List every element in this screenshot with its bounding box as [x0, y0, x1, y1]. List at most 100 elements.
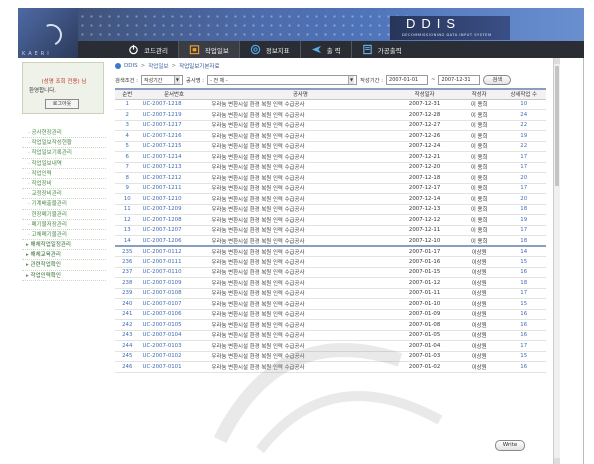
- breadcrumb-item[interactable]: 작업일보: [148, 62, 168, 70]
- sidebar-menu-item[interactable]: 해체작업일정관리: [22, 240, 106, 251]
- doc-number-link[interactable]: UC-2007-1210: [139, 193, 209, 205]
- table-row[interactable]: 246 UC-2007-0101 우라늄 변환시설 환경 복원 인력 수급공사 200…: [115, 361, 546, 373]
- doc-number-link[interactable]: UC-2007-1219: [139, 109, 209, 121]
- doc-number-link[interactable]: UC-2007-0103: [139, 340, 209, 352]
- doc-number-link[interactable]: UC-2007-0108: [139, 288, 209, 299]
- sidebar-menu-item[interactable]: 폐기물저장관리: [22, 220, 106, 230]
- row-number: 240: [115, 298, 140, 310]
- table-row[interactable]: 11 UC-2007-1209 우라늄 변환시설 환경 복원 인력 수급공사 2007…: [115, 204, 546, 215]
- doc-number-link[interactable]: UC-2007-0110: [139, 267, 209, 278]
- doc-number-link[interactable]: UC-2007-1206: [139, 235, 209, 247]
- table-row[interactable]: 236 UC-2007-0111 우라늄 변환시설 환경 복원 인력 수급공사 200…: [115, 256, 546, 268]
- doc-number-link[interactable]: UC-2007-1208: [139, 214, 209, 226]
- col-header[interactable]: 작성일자: [392, 88, 457, 100]
- doc-number-link[interactable]: UC-2007-1212: [139, 172, 209, 184]
- table-row[interactable]: 6 UC-2007-1214 우라늄 변환시설 환경 복원 인력 수급공사 2007-…: [115, 151, 546, 163]
- doc-number-link[interactable]: UC-2007-1217: [139, 120, 209, 131]
- row-number: 236: [115, 256, 140, 268]
- table-row[interactable]: 244 UC-2007-0103 우라늄 변환시설 환경 복원 인력 수급공사 200…: [115, 340, 546, 352]
- logout-button[interactable]: 로그아웃: [45, 99, 79, 109]
- scroll-down-arrow[interactable]: [554, 458, 560, 464]
- sidebar-menu-item[interactable]: 현장폐기물관리: [22, 210, 106, 220]
- table-row[interactable]: 238 UC-2007-0109 우라늄 변환시설 환경 복원 인력 수급공사 200…: [115, 277, 546, 289]
- table-row[interactable]: 4 UC-2007-1216 우라늄 변환시설 환경 복원 인력 수급공사 2007-…: [115, 130, 546, 142]
- project-select[interactable]: - 전 체 - ▼: [207, 75, 358, 85]
- table-row[interactable]: 241 UC-2007-0106 우라늄 변환시설 환경 복원 인력 수급공사 200…: [115, 309, 546, 320]
- page-scrollbar[interactable]: [553, 58, 560, 464]
- doc-number-link[interactable]: UC-2007-0109: [139, 277, 209, 289]
- project-name: 우라늄 변환시설 환경 복원 인력 수급공사: [208, 340, 393, 352]
- write-button[interactable]: Write: [495, 440, 525, 451]
- author: 이 용희: [456, 109, 502, 121]
- nav-indicators[interactable]: 정보지표: [238, 41, 300, 58]
- col-header[interactable]: 문서번호: [139, 88, 209, 100]
- logo[interactable]: KAERI: [18, 8, 78, 58]
- doc-number-link[interactable]: UC-2007-0105: [139, 319, 209, 331]
- col-header[interactable]: 상세작업 수: [501, 88, 546, 100]
- doc-number-link[interactable]: UC-2007-0107: [139, 298, 209, 310]
- table-row[interactable]: 8 UC-2007-1212 우라늄 변환시설 환경 복원 인력 수급공사 2007-…: [115, 172, 546, 184]
- table-row[interactable]: 14 UC-2007-1206 우라늄 변환시설 환경 복원 인력 수급공사 2007…: [115, 235, 546, 247]
- doc-number-link[interactable]: UC-2007-1218: [139, 99, 209, 110]
- table-row[interactable]: 242 UC-2007-0105 우라늄 변환시설 환경 복원 인력 수급공사 200…: [115, 319, 546, 331]
- doc-number-link[interactable]: UC-2007-1211: [139, 183, 209, 194]
- doc-number-link[interactable]: UC-2007-0104: [139, 330, 209, 341]
- table-row[interactable]: 245 UC-2007-0102 우라늄 변환시설 환경 복원 인력 수급공사 200…: [115, 351, 546, 362]
- sidebar-menu-item[interactable]: 작업일보기록관리: [22, 148, 106, 159]
- col-header[interactable]: 공사명: [208, 88, 393, 100]
- search-button[interactable]: 검색: [483, 75, 512, 85]
- sidebar-menu-item[interactable]: 교정장비관리: [22, 189, 106, 200]
- table-row[interactable]: 5 UC-2007-1215 우라늄 변환시설 환경 복원 인력 수급공사 2007-…: [115, 141, 546, 152]
- scroll-up-arrow[interactable]: [554, 58, 560, 64]
- sidebar-menu-item[interactable]: 관련작업확인: [22, 260, 106, 271]
- table-row[interactable]: 237 UC-2007-0110 우라늄 변환시설 환경 복원 인력 수급공사 200…: [115, 267, 546, 278]
- sidebar-menu-item[interactable]: 작업인력확인: [22, 271, 106, 281]
- scroll-thumb[interactable]: [555, 66, 559, 186]
- table-row[interactable]: 239 UC-2007-0108 우라늄 변환시설 환경 복원 인력 수급공사 200…: [115, 288, 546, 299]
- sidebar-menu-item[interactable]: 작업일보내역: [22, 159, 106, 169]
- col-header[interactable]: 작성자: [456, 88, 502, 100]
- col-header[interactable]: 순번: [115, 88, 140, 100]
- table-row[interactable]: 1 UC-2007-1218 우라늄 변환시설 환경 복원 인력 수급공사 2007-…: [115, 99, 546, 110]
- table-row[interactable]: 9 UC-2007-1211 우라늄 변환시설 환경 복원 인력 수급공사 2007-…: [115, 183, 546, 194]
- date-to-input[interactable]: 2007-12-31: [438, 75, 481, 85]
- doc-number-link[interactable]: UC-2007-0102: [139, 351, 209, 362]
- sidebar-menu-item[interactable]: 작업인력: [22, 169, 106, 179]
- table-row[interactable]: 10 UC-2007-1210 우라늄 변환시설 환경 복원 인력 수급공사 2007…: [115, 193, 546, 205]
- doc-number-link[interactable]: UC-2007-1207: [139, 225, 209, 236]
- nav-code-management[interactable]: 코드관리: [118, 41, 178, 58]
- table-row[interactable]: 7 UC-2007-1213 우라늄 변환시설 환경 복원 인력 수급공사 2007-…: [115, 162, 546, 173]
- table-row[interactable]: 12 UC-2007-1208 우라늄 변환시설 환경 복원 인력 수급공사 2007…: [115, 214, 546, 226]
- project-name: 우라늄 변환시설 환경 복원 인력 수급공사: [208, 151, 393, 163]
- search-cond-select[interactable]: 작성기간 ▼: [140, 75, 183, 85]
- sidebar-menu-item[interactable]: 해체교육관리: [22, 250, 106, 261]
- table-row[interactable]: 235 UC-2007-0112 우라늄 변환시설 환경 복원 인력 수급공사 200…: [115, 245, 546, 257]
- table-row[interactable]: 240 UC-2007-0107 우라늄 변환시설 환경 복원 인력 수급공사 200…: [115, 298, 546, 310]
- doc-number-link[interactable]: UC-2007-0106: [139, 309, 209, 320]
- sidebar-menu-item[interactable]: 작업일보작성현황: [22, 138, 106, 149]
- project-name: 우라늄 변환시설 환경 복원 인력 수급공사: [208, 109, 393, 121]
- table-row[interactable]: 3 UC-2007-1217 우라늄 변환시설 환경 복원 인력 수급공사 2007-…: [115, 120, 546, 131]
- sidebar-menu-item[interactable]: 작업장비: [22, 179, 106, 190]
- doc-number-link[interactable]: UC-2007-1215: [139, 141, 209, 152]
- nav-daily-report[interactable]: 작업일보: [177, 41, 239, 58]
- doc-number-link[interactable]: UC-2007-1216: [139, 130, 209, 142]
- sidebar-menu-item[interactable]: 기계배출물관리: [22, 199, 106, 210]
- doc-number-link[interactable]: UC-2007-1214: [139, 151, 209, 163]
- doc-number-link[interactable]: UC-2007-0111: [139, 256, 209, 268]
- table-row[interactable]: 243 UC-2007-0104 우라늄 변환시설 환경 복원 인력 수급공사 200…: [115, 330, 546, 341]
- doc-number-link[interactable]: UC-2007-0101: [139, 361, 209, 373]
- doc-number-link[interactable]: UC-2007-0112: [139, 245, 209, 257]
- sidebar-menu-item[interactable]: 고체폐기물관리: [22, 230, 106, 241]
- table-row[interactable]: 2 UC-2007-1219 우라늄 변환시설 환경 복원 인력 수급공사 2007-…: [115, 109, 546, 121]
- doc-number-link[interactable]: UC-2007-1209: [139, 204, 209, 215]
- row-number: 238: [115, 277, 140, 289]
- table-row[interactable]: 13 UC-2007-1207 우라늄 변환시설 환경 복원 인력 수급공사 2007…: [115, 225, 546, 236]
- detail-count: 16: [501, 361, 546, 373]
- doc-number-link[interactable]: UC-2007-1213: [139, 162, 209, 173]
- date-from-input[interactable]: 2007-01-01: [386, 75, 429, 85]
- sidebar-menu-item[interactable]: 공사현장관리: [22, 128, 106, 139]
- nav-processed-output[interactable]: 가공출력: [350, 41, 412, 58]
- breadcrumb-item[interactable]: DDIS: [124, 63, 138, 69]
- nav-output[interactable]: 출 력: [299, 41, 351, 58]
